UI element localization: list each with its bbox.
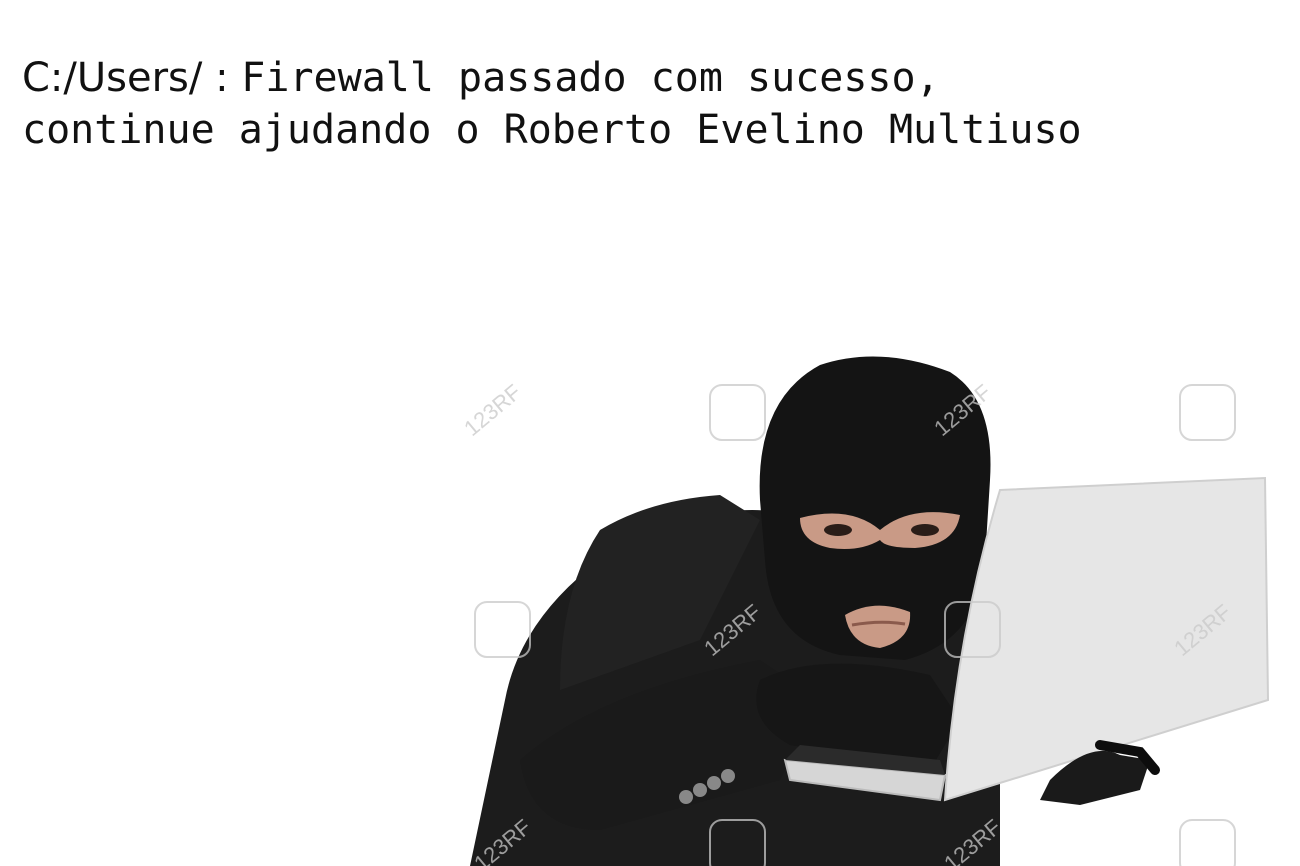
suit-button (707, 776, 721, 790)
hacker-photo: 123RF 123RF 123RF 123RF 123RF 123RF (459, 356, 1270, 866)
svg-text:123RF: 123RF (459, 379, 526, 441)
eye-left (824, 524, 852, 536)
suit-button (721, 769, 735, 783)
eye-right (911, 524, 939, 536)
suit-button (679, 790, 693, 804)
suit-button (693, 783, 707, 797)
